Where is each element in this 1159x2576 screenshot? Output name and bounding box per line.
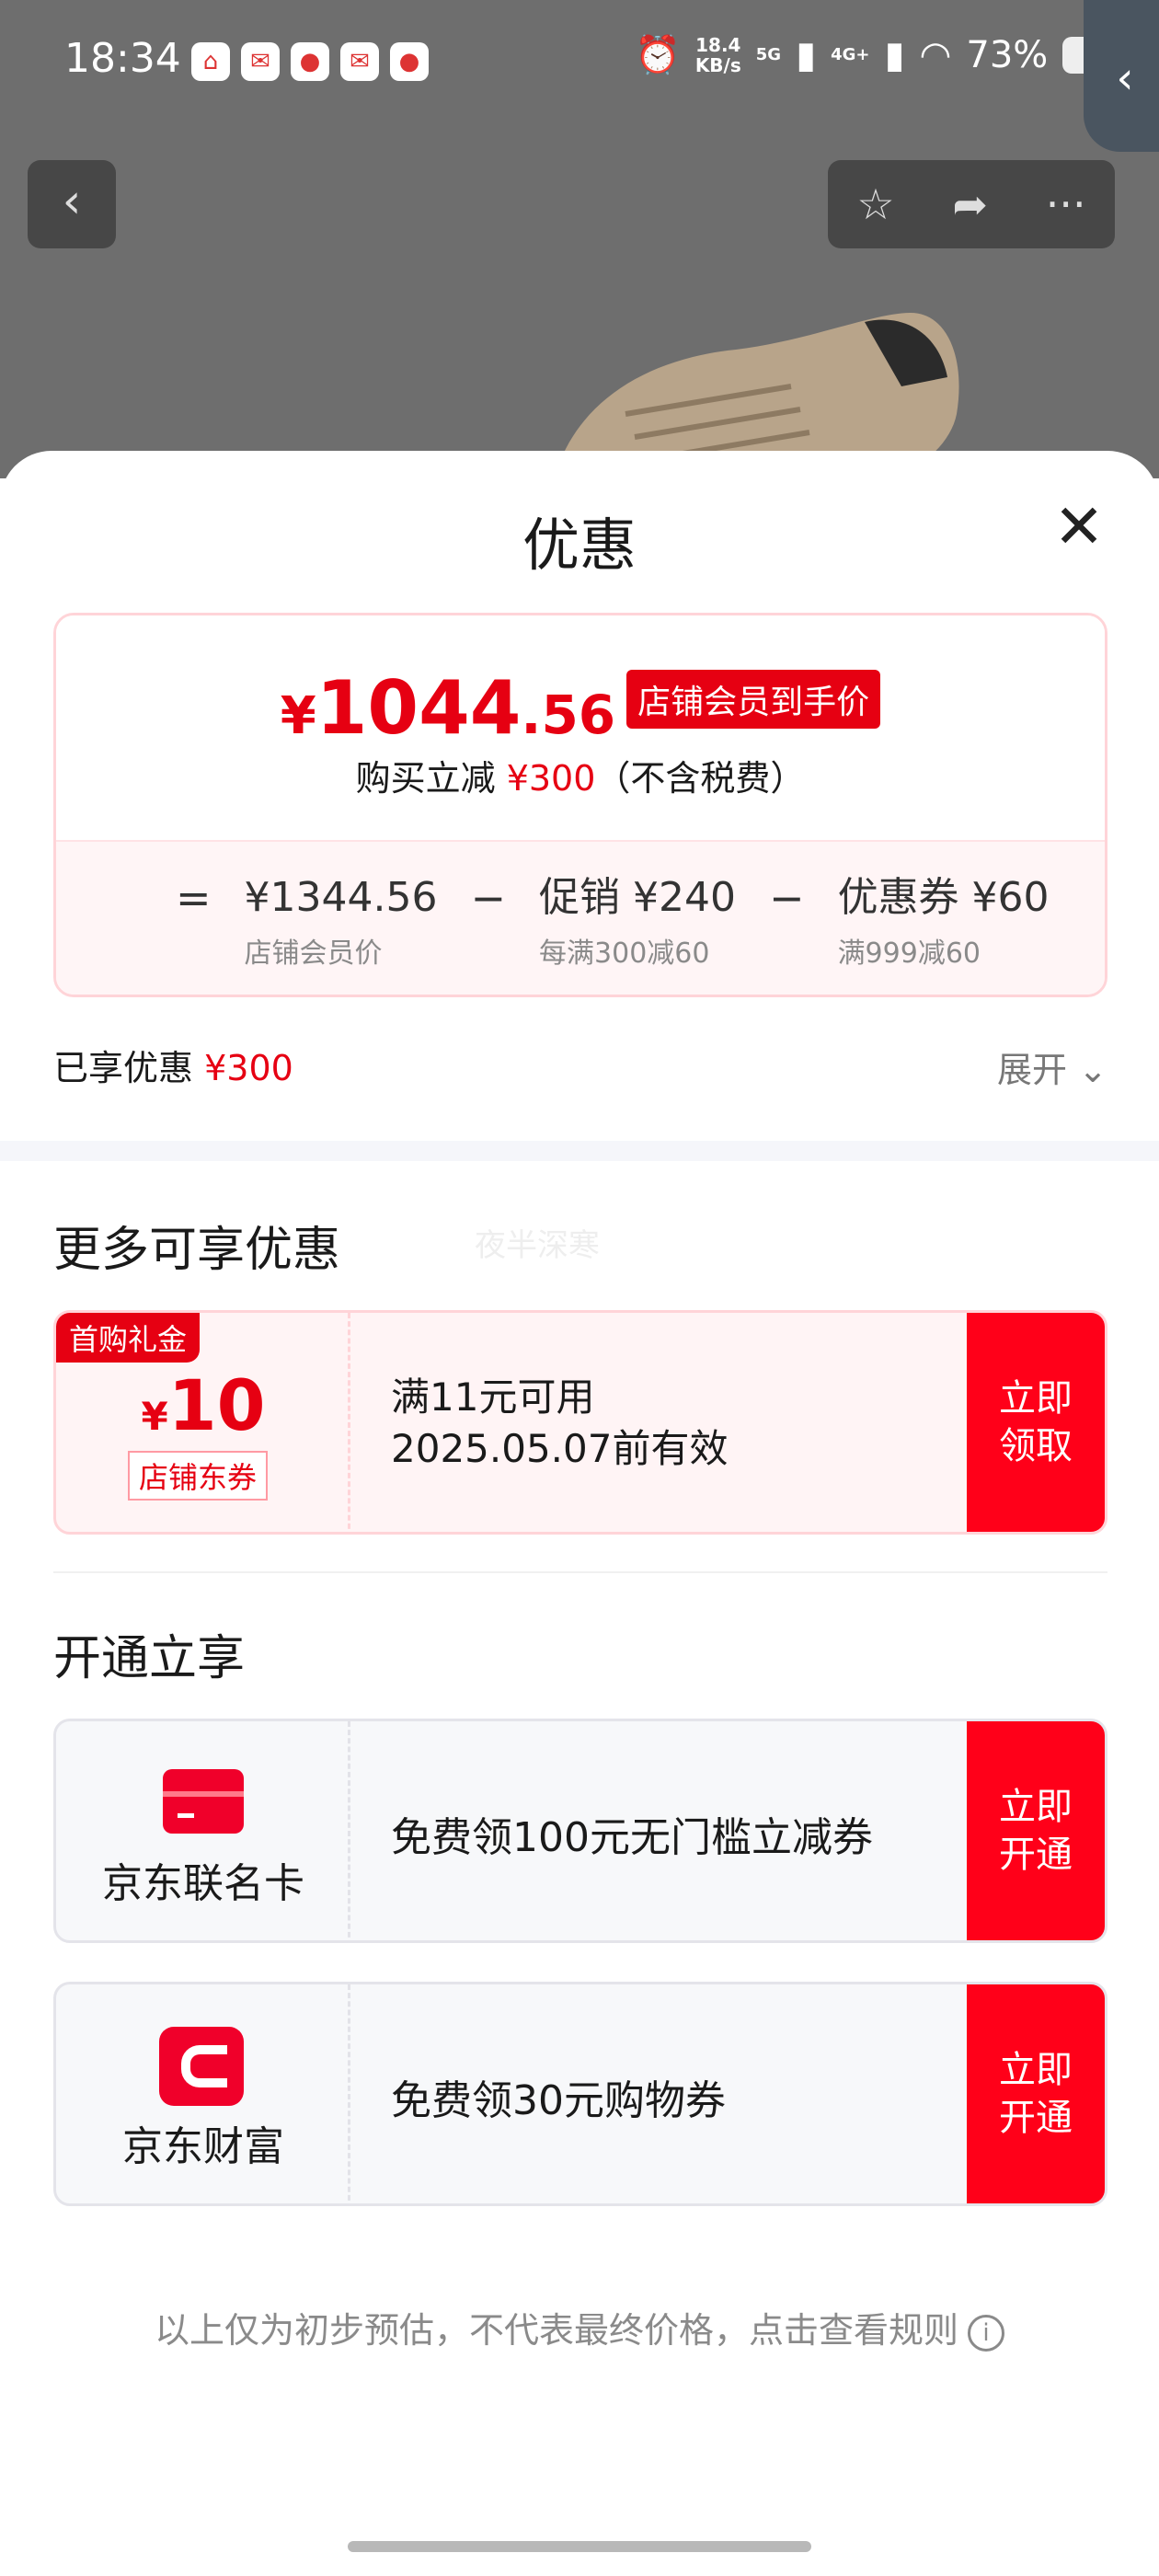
member-price-tag: 店铺会员到手价 [626, 670, 881, 729]
coupon-amount: ¥10 [141, 1364, 266, 1446]
coupon-condition: 满11元可用 [391, 1374, 595, 1420]
coupon-badge: 首购礼金 [56, 1313, 201, 1363]
promotion-term: 促销 ¥240 每满300减60 [539, 874, 737, 971]
saving-suffix: （不含税费） [595, 758, 806, 799]
price-summary-top: ¥1044.56 店铺会员到手价 购买立减 ¥300（不含税费） [56, 615, 1105, 840]
price-decimal: .56 [521, 684, 616, 746]
coupon-type: 店铺东券 [128, 1451, 269, 1501]
close-icon[interactable]: ✕ [1050, 497, 1107, 558]
info-icon[interactable]: i [968, 2315, 1004, 2352]
discount-sheet: 优惠 ✕ ¥1044.56 店铺会员到手价 购买立减 ¥300（不含税费） = ¥… [0, 451, 1159, 2576]
first-purchase-coupon: ¥10 店铺东券 首购礼金 满11元可用 2025.05.07前有效 立即 领取 [53, 1310, 1107, 1535]
price-formula: = ¥1344.56 店铺会员价 − 促销 ¥240 每满300减60 − 优惠… [176, 875, 1050, 971]
thin-divider [53, 1571, 1107, 1573]
signal-bars-icon-2: ▮ [884, 33, 905, 76]
back-button[interactable]: ‹ [28, 160, 116, 248]
activate-card-button[interactable]: 立即 开通 [967, 1721, 1105, 1940]
enjoyed-label: 已享优惠 [53, 1048, 194, 1088]
home-indicator[interactable] [348, 2541, 811, 2552]
activate-title: 开通立享 [53, 1631, 246, 1686]
sheet-title: 优惠 [522, 512, 637, 579]
card-desc: 免费领100元无门槛立减券 [391, 1814, 873, 1861]
expand-toggle[interactable]: 展开 ⌄ [997, 1041, 1107, 1092]
credit-card-icon [163, 1769, 244, 1834]
minus-sign-2: − [769, 873, 805, 923]
network-speed: 18.4 KB/s [694, 33, 741, 76]
status-bar: 18:34 ⌂ ✉ ● ✉ ● ⏰ 18.4 KB/s 5G ▮ 4G+ ▮ ◠… [0, 0, 1159, 129]
favorite-star-icon[interactable]: ☆ [856, 179, 894, 229]
signal-4g: 4G+ [831, 45, 870, 64]
final-price: ¥1044.56 店铺会员到手价 [56, 665, 1105, 751]
wealth-brand-area: 京东财富 [56, 1984, 350, 2203]
member-price-term: ¥1344.56 店铺会员价 [244, 874, 438, 971]
claim-coupon-button[interactable]: 立即 领取 [967, 1313, 1105, 1532]
signal-5g: 5G [755, 45, 782, 64]
watermark: 夜半深寒 [475, 1227, 600, 1264]
edge-panel-handle[interactable]: ‹ [1084, 0, 1159, 152]
price-formula-row: = ¥1344.56 店铺会员价 − 促销 ¥240 每满300减60 − 优惠… [56, 840, 1105, 995]
saving-prefix: 购买立减 [355, 758, 496, 799]
coupon-term: 优惠券 ¥60 满999减60 [837, 874, 1050, 971]
section-divider [0, 1141, 1159, 1161]
coupon-expiry: 2025.05.07前有效 [391, 1426, 729, 1471]
rules-note[interactable]: 以上仅为初步预估，不代表最终价格，点击查看规则 i [0, 2302, 1159, 2352]
wealth-name: 京东财富 [122, 2123, 284, 2170]
jd-cobrand-card-offer: 京东联名卡 免费领100元无门槛立减券 立即 开通 [53, 1719, 1107, 1943]
card-name: 京东联名卡 [102, 1860, 304, 1907]
minus-sign: − [470, 873, 507, 923]
notification-icons: ⌂ ✉ ● ✉ ● [191, 42, 429, 81]
equals-sign: = [176, 873, 212, 923]
jd-wealth-offer: 京东财富 免费领30元购物券 立即 开通 [53, 1982, 1107, 2206]
mail-icon: ✉ [340, 42, 379, 81]
saving-line: 购买立减 ¥300（不含税费） [56, 750, 1105, 800]
price-currency: ¥ [280, 686, 316, 746]
battery-level: 73% [966, 33, 1049, 76]
price-summary-box: ¥1044.56 店铺会员到手价 购买立减 ¥300（不含税费） = ¥1344.… [53, 613, 1107, 997]
app-notify-icon: ● [291, 42, 329, 81]
rules-note-text: 以上仅为初步预估，不代表最终价格，点击查看规则 [154, 2310, 958, 2351]
enjoyed-discount: 已享优惠 ¥300 [53, 1040, 293, 1090]
more-dots-icon[interactable]: ··· [1046, 179, 1086, 229]
share-icon[interactable]: ➦ [952, 179, 988, 229]
wechat-icon: ✉ [241, 42, 280, 81]
more-offers-title: 更多可享优惠 [53, 1223, 341, 1278]
expand-label: 展开 [997, 1050, 1068, 1090]
top-action-group: ☆ ➦ ··· [828, 160, 1115, 248]
status-time: 18:34 [64, 35, 181, 82]
status-right: ⏰ 18.4 KB/s 5G ▮ 4G+ ▮ ◠ 73% [635, 33, 1133, 76]
app-badge-icon: ● [390, 42, 429, 81]
signal-bars-icon: ▮ [796, 33, 817, 76]
home-app-icon: ⌂ [191, 42, 230, 81]
chevron-left-icon: ‹ [62, 174, 82, 229]
card-brand-area: 京东联名卡 [56, 1721, 350, 1940]
chevron-down-icon: ⌄ [1078, 1050, 1107, 1090]
jd-wealth-icon [159, 2027, 244, 2106]
saving-amount: ¥300 [506, 758, 596, 799]
enjoyed-amount: ¥300 [204, 1048, 293, 1088]
coupon-info: 满11元可用 2025.05.07前有效 [391, 1372, 728, 1475]
product-shoe-image [554, 313, 959, 478]
alarm-icon: ⏰ [635, 34, 681, 76]
activate-wealth-button[interactable]: 立即 开通 [967, 1984, 1105, 2203]
wealth-desc: 免费领30元购物券 [391, 2077, 726, 2124]
wifi-icon: ◠ [919, 33, 952, 76]
price-integer: 1044 [316, 665, 522, 751]
